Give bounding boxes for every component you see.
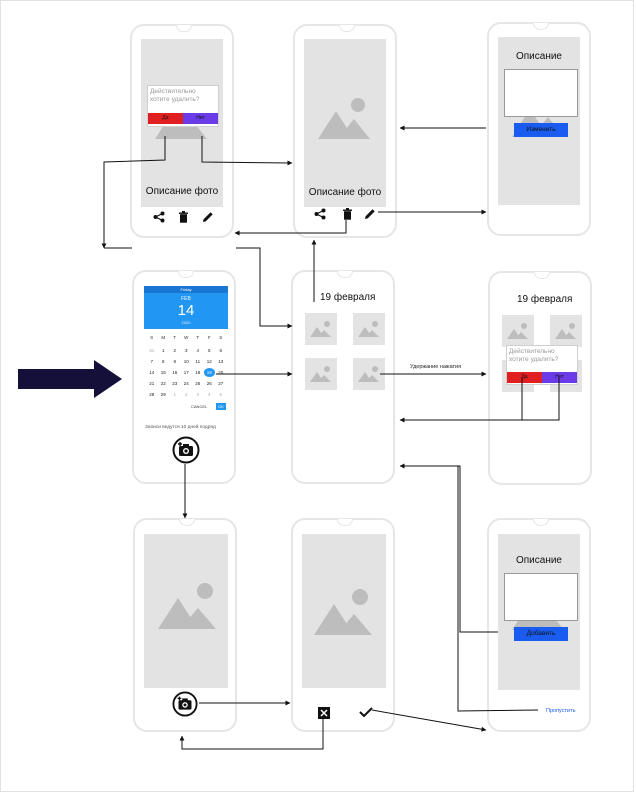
flow-connectors bbox=[101, 125, 560, 750]
